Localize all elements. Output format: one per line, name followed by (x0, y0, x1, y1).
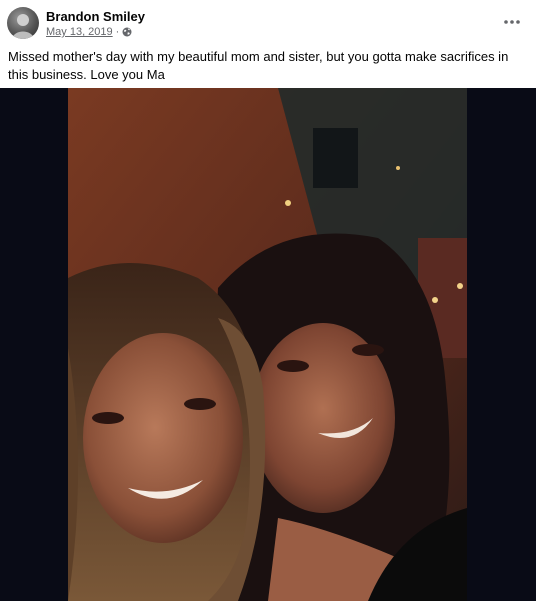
more-options-icon (504, 20, 520, 24)
author-avatar[interactable] (7, 7, 39, 39)
feed-post: Brandon Smiley May 13, 2019 · Missed mot… (0, 0, 536, 601)
avatar-image (12, 14, 34, 39)
post-meta: May 13, 2019 · (46, 26, 132, 38)
selfie-photo-illustration (68, 88, 467, 601)
more-options-button[interactable] (500, 12, 524, 32)
post-caption: Missed mother's day with my beautiful mo… (8, 49, 509, 82)
post-date[interactable]: May 13, 2019 (46, 26, 113, 38)
post-photo-frame[interactable] (0, 88, 536, 601)
post-photo[interactable] (68, 88, 467, 601)
globe-icon[interactable] (122, 27, 132, 37)
meta-separator: · (115, 26, 120, 38)
post-header: Brandon Smiley May 13, 2019 · (0, 0, 536, 44)
author-name[interactable]: Brandon Smiley (46, 9, 145, 24)
